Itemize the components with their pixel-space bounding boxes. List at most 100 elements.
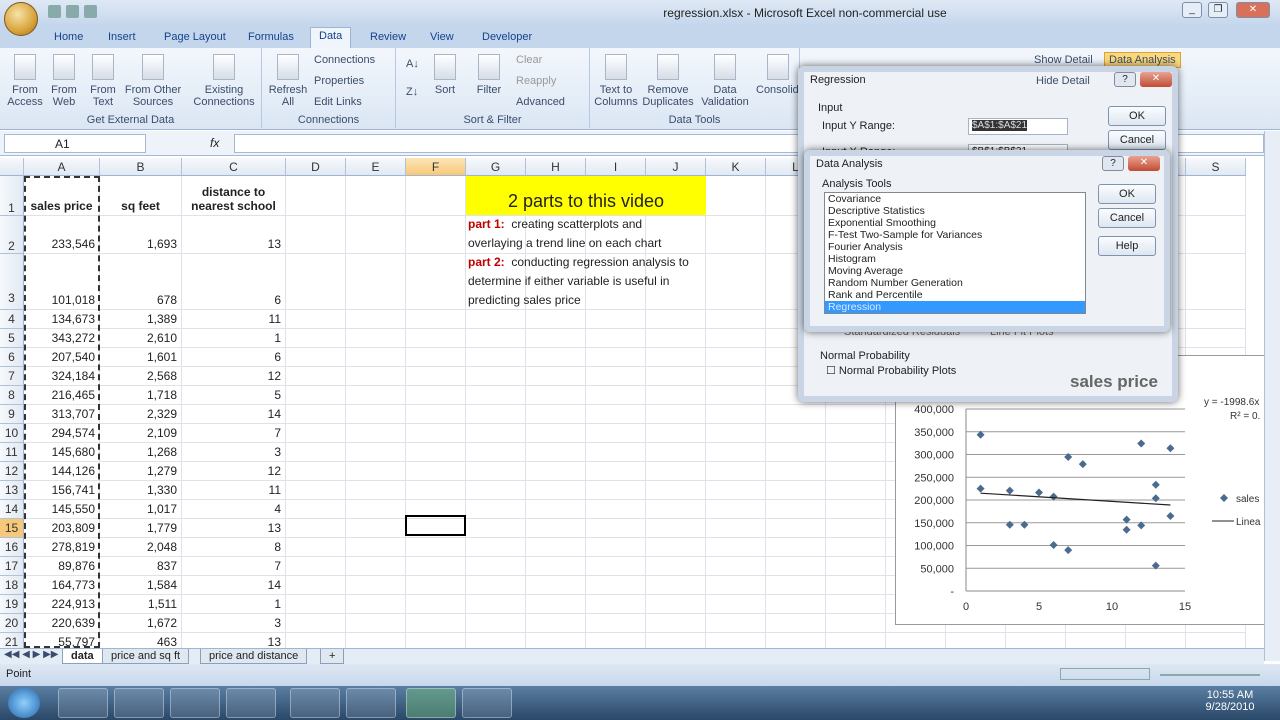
sheet-tab-data[interactable]: data (62, 649, 103, 664)
cell-I18[interactable] (586, 576, 646, 595)
cell-E6[interactable] (346, 348, 406, 367)
row-header[interactable]: 19 (0, 595, 24, 614)
cell-C21[interactable]: 13 (182, 633, 286, 648)
cell-F18[interactable] (406, 576, 466, 595)
cell-D21[interactable] (286, 633, 346, 648)
edit-links-button[interactable]: Edit Links (314, 96, 362, 108)
cell-L19[interactable] (766, 595, 826, 614)
cell-E14[interactable] (346, 500, 406, 519)
cell-G13[interactable] (466, 481, 526, 500)
cell-D16[interactable] (286, 538, 346, 557)
column-header-A[interactable]: A (24, 158, 100, 176)
cell-H5[interactable] (526, 329, 586, 348)
analysis-tool-item[interactable]: Covariance (825, 193, 1085, 205)
cell-E18[interactable] (346, 576, 406, 595)
cell-G19[interactable] (466, 595, 526, 614)
cell-B4[interactable]: 1,389 (100, 310, 182, 329)
cell-F19[interactable] (406, 595, 466, 614)
cell-E3[interactable] (346, 254, 406, 310)
cell-J19[interactable] (646, 595, 706, 614)
analysis-tool-item[interactable]: Descriptive Statistics (825, 205, 1085, 217)
cell-E12[interactable] (346, 462, 406, 481)
cell-A10[interactable]: 294,574 (24, 424, 100, 443)
app-taskbar-icon[interactable] (346, 688, 396, 718)
cell-A4[interactable]: 134,673 (24, 310, 100, 329)
cell-D12[interactable] (286, 462, 346, 481)
tab-formulas[interactable]: Formulas (240, 29, 302, 45)
cell-F7[interactable] (406, 367, 466, 386)
row-header[interactable]: 1 (0, 176, 24, 216)
cell-L17[interactable] (766, 557, 826, 576)
cell-A20[interactable]: 220,639 (24, 614, 100, 633)
clear-button[interactable]: Clear (516, 54, 542, 66)
cell-C12[interactable]: 12 (182, 462, 286, 481)
app-taskbar-icon[interactable] (226, 688, 276, 718)
cell-E8[interactable] (346, 386, 406, 405)
cell-C2[interactable]: 13 (182, 216, 286, 254)
cell-L16[interactable] (766, 538, 826, 557)
analysis-tool-item[interactable]: Fourier Analysis (825, 241, 1085, 253)
cell-I4[interactable] (586, 310, 646, 329)
cell-I14[interactable] (586, 500, 646, 519)
row-header[interactable]: 12 (0, 462, 24, 481)
cell-A3[interactable]: 101,018 (24, 254, 100, 310)
cell-C18[interactable]: 14 (182, 576, 286, 595)
cell-H16[interactable] (526, 538, 586, 557)
cell-B21[interactable]: 463 (100, 633, 182, 648)
cell-L20[interactable] (766, 614, 826, 633)
cell-C17[interactable]: 7 (182, 557, 286, 576)
cell-E21[interactable] (346, 633, 406, 648)
cell-C7[interactable]: 12 (182, 367, 286, 386)
cell-Q21[interactable] (1066, 633, 1126, 648)
cell-F9[interactable] (406, 405, 466, 424)
cell-L9[interactable] (766, 405, 826, 424)
from-other-sources-button[interactable]: From Other Sources (122, 54, 184, 108)
row-header[interactable]: 16 (0, 538, 24, 557)
cell-D20[interactable] (286, 614, 346, 633)
close-icon[interactable]: ✕ (1140, 72, 1172, 87)
cell-M16[interactable] (826, 538, 886, 557)
help-button[interactable]: Help (1098, 236, 1156, 256)
cell-I21[interactable] (586, 633, 646, 648)
cell-G6[interactable] (466, 348, 526, 367)
tab-review[interactable]: Review (362, 29, 414, 45)
cell-D1[interactable] (286, 176, 346, 216)
row-header[interactable]: 13 (0, 481, 24, 500)
cell-L18[interactable] (766, 576, 826, 595)
cell-B12[interactable]: 1,279 (100, 462, 182, 481)
cell-K5[interactable] (706, 329, 766, 348)
fx-icon[interactable]: fx (210, 136, 219, 150)
connections-button[interactable]: Connections (314, 54, 375, 66)
cell-D7[interactable] (286, 367, 346, 386)
cell-O21[interactable] (946, 633, 1006, 648)
cell-H10[interactable] (526, 424, 586, 443)
cell-D3[interactable] (286, 254, 346, 310)
cell-I8[interactable] (586, 386, 646, 405)
cell-K10[interactable] (706, 424, 766, 443)
cell-F6[interactable] (406, 348, 466, 367)
cell-I10[interactable] (586, 424, 646, 443)
properties-button[interactable]: Properties (314, 75, 364, 87)
cell-D8[interactable] (286, 386, 346, 405)
column-header-D[interactable]: D (286, 158, 346, 176)
cell-A5[interactable]: 343,272 (24, 329, 100, 348)
cell-D13[interactable] (286, 481, 346, 500)
cell-I7[interactable] (586, 367, 646, 386)
analysis-tool-item[interactable]: Random Number Generation (825, 277, 1085, 289)
filter-button[interactable]: Filter (474, 54, 504, 96)
cell-F20[interactable] (406, 614, 466, 633)
existing-connections-button[interactable]: Existing Connections (190, 54, 258, 108)
cell-K12[interactable] (706, 462, 766, 481)
column-header-C[interactable]: C (182, 158, 286, 176)
cell-I19[interactable] (586, 595, 646, 614)
cell-D10[interactable] (286, 424, 346, 443)
row-header[interactable]: 2 (0, 216, 24, 254)
cell-H9[interactable] (526, 405, 586, 424)
cell-C4[interactable]: 11 (182, 310, 286, 329)
cell-E11[interactable] (346, 443, 406, 462)
cell-E1[interactable] (346, 176, 406, 216)
cell-G16[interactable] (466, 538, 526, 557)
row-header[interactable]: 7 (0, 367, 24, 386)
row-header[interactable]: 8 (0, 386, 24, 405)
cell-C3[interactable]: 6 (182, 254, 286, 310)
